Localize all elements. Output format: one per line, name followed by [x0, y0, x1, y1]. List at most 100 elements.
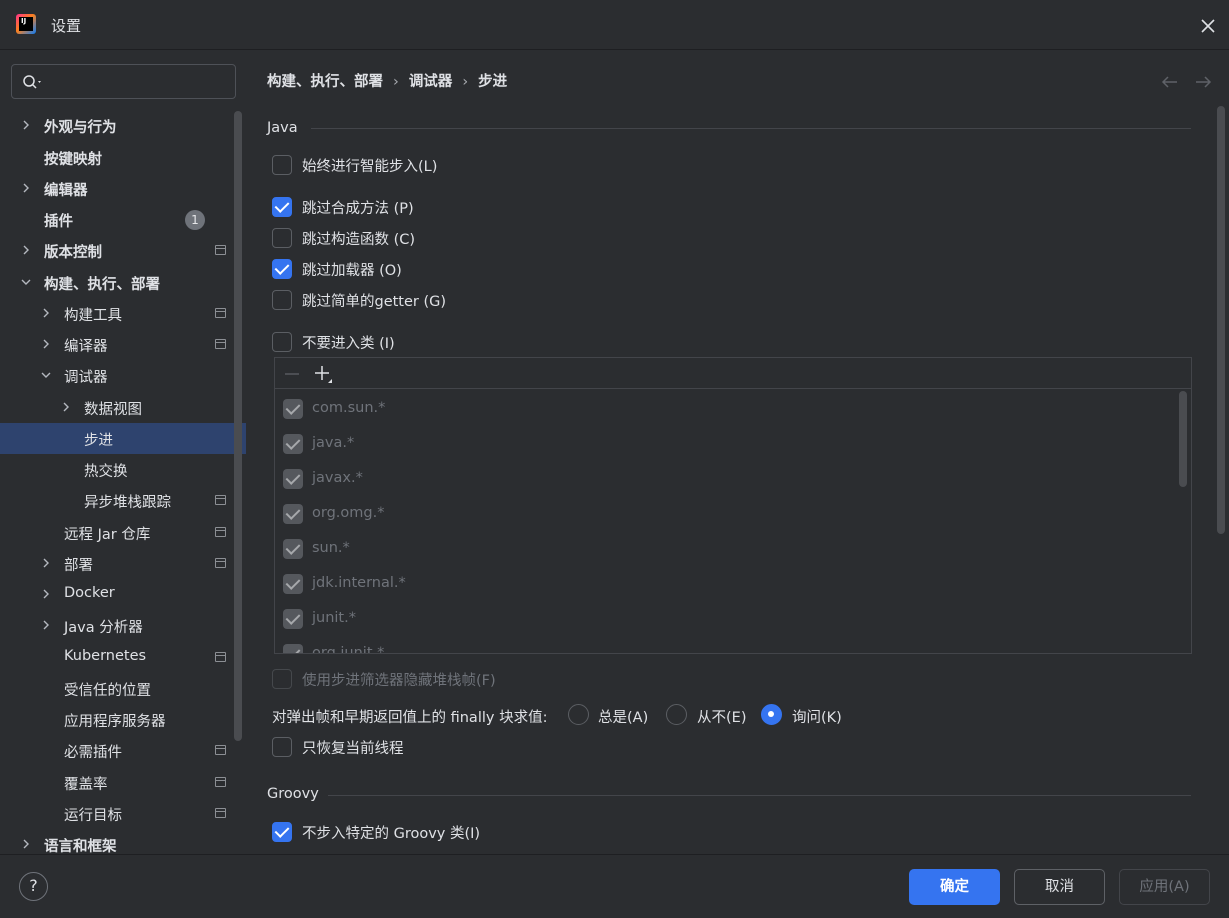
radio-label[interactable]: 总是(A)	[598, 706, 648, 727]
class-pattern: java.*	[312, 435, 355, 451]
chevron-right-icon[interactable]	[40, 307, 52, 319]
checkbox[interactable]	[272, 822, 292, 842]
tree-item-coverage[interactable]: 覆盖率	[0, 767, 246, 798]
project-level-icon	[215, 808, 226, 818]
class-filter-row[interactable]: jdk.internal.*	[283, 566, 1163, 601]
tree-item-label: 步进	[84, 433, 113, 449]
tree-item-label: 受信任的位置	[64, 683, 151, 699]
checkbox[interactable]	[272, 228, 292, 248]
breadcrumb-item[interactable]: 调试器	[409, 74, 453, 90]
checkbox[interactable]	[272, 155, 292, 175]
tree-item-async-stack-traces[interactable]: 异步堆栈跟踪	[0, 485, 246, 516]
chevron-down-icon[interactable]	[20, 276, 32, 288]
breadcrumb-item[interactable]: 构建、执行、部署	[267, 74, 383, 90]
class-filter-row[interactable]: com.sun.*	[283, 391, 1163, 426]
help-button[interactable]: ?	[19, 872, 48, 901]
chevron-right-icon[interactable]	[20, 182, 32, 194]
tree-item-label: 按键映射	[44, 152, 102, 168]
checkbox[interactable]	[272, 197, 292, 217]
tree-item-label: 数据视图	[84, 402, 142, 418]
tree-item-stepping[interactable]: 步进	[0, 423, 246, 454]
search-icon	[23, 75, 41, 89]
tree-item-required-plugins[interactable]: 必需插件	[0, 735, 246, 766]
project-level-icon	[215, 745, 226, 755]
radio-always[interactable]	[568, 704, 589, 725]
tree-item-keymap[interactable]: 按键映射	[0, 142, 246, 173]
checkbox[interactable]	[272, 259, 292, 279]
tree-item-data-views[interactable]: 数据视图	[0, 392, 246, 423]
radio-never[interactable]	[666, 704, 687, 725]
tree-item-remote-jar-repositories[interactable]: 远程 Jar 仓库	[0, 517, 246, 548]
class-filter-row[interactable]: org.omg.*	[283, 496, 1163, 531]
class-filter-row[interactable]: javax.*	[283, 461, 1163, 496]
radio-label[interactable]: 询问(K)	[792, 706, 842, 727]
tree-item-version-control[interactable]: 版本控制	[0, 235, 246, 266]
class-filter-row[interactable]: sun.*	[283, 531, 1163, 566]
class-filter-row[interactable]: java.*	[283, 426, 1163, 461]
chevron-right-icon[interactable]	[20, 119, 32, 131]
tree-item-run-targets[interactable]: 运行目标	[0, 798, 246, 829]
chevron-right-icon[interactable]	[40, 338, 52, 350]
radio-ask[interactable]	[761, 704, 782, 725]
forward-arrow-icon[interactable]	[1193, 73, 1213, 91]
class-filter-scrollbar[interactable]	[1179, 391, 1187, 487]
apply-button[interactable]: 应用(A)	[1119, 869, 1210, 905]
tree-item-debugger[interactable]: 调试器	[0, 360, 246, 391]
tree-item-java-profiler[interactable]: Java 分析器	[0, 610, 246, 641]
tree-item-application-servers[interactable]: 应用程序服务器	[0, 704, 246, 735]
checkbox[interactable]	[272, 290, 292, 310]
tree-item-trusted-locations[interactable]: 受信任的位置	[0, 673, 246, 704]
finally-question-label: 对弹出帧和早期返回值上的 finally 块求值:	[272, 710, 548, 726]
sidebar-scrollbar[interactable]	[234, 111, 242, 741]
checkbox[interactable]	[272, 332, 292, 352]
chevron-right-icon[interactable]	[40, 557, 52, 569]
class-filter-toolbar	[275, 358, 1191, 389]
groovy-section-title: Groovy	[267, 786, 319, 802]
tree-item-hotswap[interactable]: 热交换	[0, 454, 246, 485]
chevron-right-icon[interactable]	[20, 244, 32, 256]
tree-item-compiler[interactable]: 编译器	[0, 329, 246, 360]
ok-button[interactable]: 确定	[909, 869, 1000, 905]
tree-item-kubernetes[interactable]: Kubernetes	[0, 642, 246, 673]
tree-item-plugins[interactable]: 插件 1	[0, 204, 246, 235]
tree-item-label: 插件	[44, 214, 73, 230]
add-icon[interactable]	[313, 364, 335, 384]
tree-item-label: Kubernetes	[64, 648, 147, 664]
window-title: 设置	[51, 17, 82, 35]
project-level-icon	[215, 777, 226, 787]
checkbox[interactable]	[272, 737, 292, 757]
tree-item-label: 运行目标	[64, 808, 122, 824]
chevron-right-icon[interactable]	[40, 588, 52, 600]
breadcrumb: 构建、执行、部署 › 调试器 › 步进	[267, 70, 507, 91]
tree-item-deployment[interactable]: 部署	[0, 548, 246, 579]
class-filter-row[interactable]: org.junit.*	[283, 636, 1163, 654]
checkbox[interactable]	[272, 669, 292, 689]
chevron-right-icon[interactable]	[40, 619, 52, 631]
settings-search-input[interactable]	[11, 64, 236, 99]
checkbox-label: 使用步进筛选器隐藏堆栈帧(F)	[302, 673, 496, 689]
class-filter-row[interactable]: junit.*	[283, 601, 1163, 636]
tree-item-docker[interactable]: Docker	[0, 579, 246, 610]
tree-item-build-execution-deployment[interactable]: 构建、执行、部署	[0, 267, 246, 298]
chevron-down-icon[interactable]	[40, 369, 52, 381]
tree-item-editor[interactable]: 编辑器	[0, 173, 246, 204]
close-icon[interactable]	[1196, 14, 1220, 38]
checkbox	[283, 574, 303, 594]
class-pattern: org.junit.*	[312, 645, 385, 654]
checkbox	[283, 609, 303, 629]
content-scrollbar[interactable]	[1217, 106, 1225, 534]
checkbox	[283, 434, 303, 454]
back-arrow-icon[interactable]	[1160, 73, 1180, 91]
minus-icon[interactable]	[284, 366, 300, 382]
checkbox-label: 不要进入类 (I)	[302, 336, 395, 352]
chevron-right-icon[interactable]	[60, 401, 72, 413]
tree-item-appearance[interactable]: 外观与行为	[0, 110, 246, 141]
tree-item-build-tools[interactable]: 构建工具	[0, 298, 246, 329]
plugins-update-badge: 1	[185, 210, 205, 230]
project-level-icon	[215, 339, 226, 349]
checkbox	[283, 504, 303, 524]
chevron-right-icon[interactable]	[20, 838, 32, 850]
tree-item-label: 编辑器	[44, 183, 88, 199]
radio-label[interactable]: 从不(E)	[697, 706, 746, 727]
cancel-button[interactable]: 取消	[1014, 869, 1105, 905]
